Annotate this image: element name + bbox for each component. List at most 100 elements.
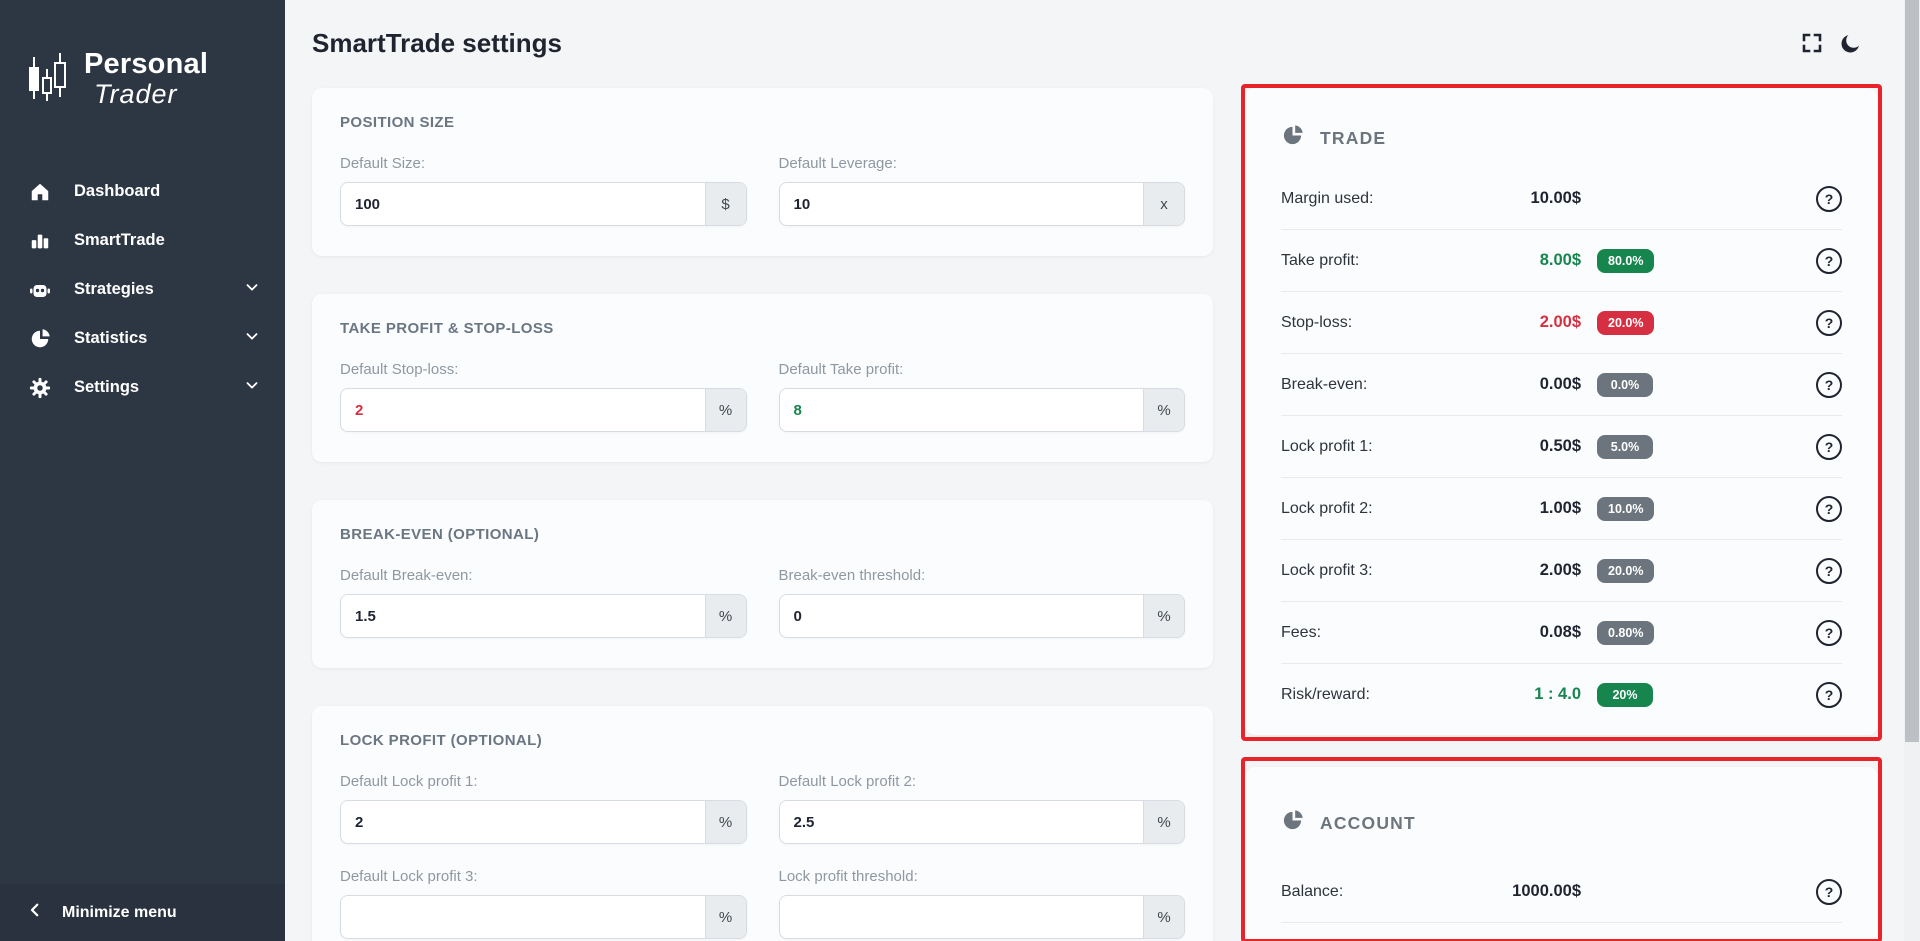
unit-addon: % (1143, 389, 1184, 431)
logo-line2: Trader (84, 81, 208, 109)
field-label: Default Take profit: (779, 361, 1186, 378)
field-default-breakeven: Default Break-even: % (340, 567, 747, 638)
unit-addon: % (1143, 801, 1184, 843)
trade-panel-header: TRADE (1281, 124, 1842, 152)
help-icon[interactable]: ? (1816, 879, 1842, 905)
minimize-menu-label: Minimize menu (62, 904, 177, 922)
chevron-left-icon (26, 901, 44, 924)
sidebar-item-label: Statistics (74, 329, 221, 348)
home-icon (28, 181, 52, 203)
percentage-badge: 20.0% (1597, 311, 1654, 335)
unit-addon: % (1143, 595, 1184, 637)
trade-row-lock-profit-3: Lock profit 3: 2.00$ 20.0% ? (1281, 540, 1842, 602)
input-group: % (779, 594, 1186, 638)
row-label: Fees: (1281, 624, 1463, 642)
help-icon[interactable]: ? (1816, 558, 1842, 584)
sidebar-nav: Dashboard SmartTrade (0, 167, 285, 412)
moon-icon[interactable] (1839, 32, 1862, 55)
content: POSITION SIZE Default Size: $ Default Le… (312, 88, 1920, 941)
scrollbar[interactable] (1904, 0, 1920, 941)
unit-addon: % (705, 389, 746, 431)
section-title: POSITION SIZE (340, 114, 1185, 131)
minimize-menu-button[interactable]: Minimize menu (0, 884, 285, 941)
lock-profit-threshold-input[interactable] (780, 896, 1144, 938)
main-area: SmartTrade settings POSITION SIZE (285, 0, 1920, 941)
help-icon[interactable]: ? (1816, 434, 1842, 460)
section-title: TAKE PROFIT & STOP-LOSS (340, 320, 1185, 337)
trade-row-stop-loss: Stop-loss: 2.00$ 20.0% ? (1281, 292, 1842, 354)
sidebar-item-settings[interactable]: Settings (0, 363, 285, 412)
row-label: Stop-loss: (1281, 314, 1463, 332)
lock-profit-1-input[interactable] (341, 801, 705, 843)
default-breakeven-input[interactable] (341, 595, 705, 637)
input-group: % (340, 388, 747, 432)
header-icons (1800, 31, 1862, 55)
trade-panel-title: TRADE (1320, 128, 1386, 149)
candlestick-logo-icon (26, 50, 72, 109)
robot-icon (28, 278, 52, 302)
pie-chart-icon (1281, 809, 1304, 837)
account-row-balance: Balance: 1000.00$ ? (1281, 861, 1842, 923)
page-title: SmartTrade settings (312, 28, 562, 59)
pie-chart-icon (1281, 124, 1304, 152)
field-label: Break-even threshold: (779, 567, 1186, 584)
lock-profit-3-input[interactable] (341, 896, 705, 938)
bar-chart-icon (28, 230, 52, 252)
unit-addon: x (1143, 183, 1184, 225)
field-label: Default Break-even: (340, 567, 747, 584)
row-value: 1000.00$ (1463, 882, 1581, 901)
sidebar-item-label: Dashboard (74, 182, 261, 201)
unit-addon: % (1143, 896, 1184, 938)
help-icon[interactable]: ? (1816, 372, 1842, 398)
account-panel: ACCOUNT Balance: 1000.00$ ? Margin Used:… (1245, 767, 1878, 941)
help-icon[interactable]: ? (1816, 186, 1842, 212)
chevron-down-icon (243, 278, 261, 301)
row-label: Margin used: (1281, 190, 1463, 208)
account-row-margin-used: Margin Used: 1.00% ? (1281, 923, 1842, 941)
field-default-leverage: Default Leverage: x (779, 155, 1186, 226)
percentage-badge: 80.0% (1597, 249, 1654, 273)
row-value: 0.50$ (1463, 437, 1581, 456)
sidebar-item-label: Strategies (74, 280, 221, 299)
row-value: 2.00$ (1463, 313, 1581, 332)
chevron-down-icon (243, 376, 261, 399)
sidebar-item-statistics[interactable]: Statistics (0, 314, 285, 363)
default-stoploss-input[interactable] (341, 389, 705, 431)
sidebar-item-strategies[interactable]: Strategies (0, 265, 285, 314)
sidebar-item-label: Settings (74, 378, 221, 397)
sidebar-item-label: SmartTrade (74, 231, 261, 250)
help-icon[interactable]: ? (1816, 248, 1842, 274)
sidebar-item-dashboard[interactable]: Dashboard (0, 167, 285, 216)
default-takeprofit-input[interactable] (780, 389, 1144, 431)
chevron-down-icon (243, 327, 261, 350)
row-value: 10.00$ (1463, 189, 1581, 208)
row-value: 2.00$ (1463, 561, 1581, 580)
gear-icon (28, 377, 52, 399)
lock-profit-2-input[interactable] (780, 801, 1144, 843)
field-label: Default Lock profit 3: (340, 868, 747, 885)
field-lock-profit-2: Default Lock profit 2: % (779, 773, 1186, 844)
help-icon[interactable]: ? (1816, 496, 1842, 522)
field-label: Default Size: (340, 155, 747, 172)
input-group: % (340, 895, 747, 939)
sidebar-item-smarttrade[interactable]: SmartTrade (0, 216, 285, 265)
section-title: BREAK-EVEN (OPTIONAL) (340, 526, 1185, 543)
scrollbar-thumb[interactable] (1905, 0, 1919, 742)
trade-row-lock-profit-2: Lock profit 2: 1.00$ 10.0% ? (1281, 478, 1842, 540)
row-label: Lock profit 1: (1281, 438, 1463, 456)
app-window: Personal Trader Dashboard Sma (0, 0, 1920, 941)
breakeven-threshold-input[interactable] (780, 595, 1144, 637)
logo[interactable]: Personal Trader (0, 0, 285, 109)
account-panel-title: ACCOUNT (1320, 813, 1416, 834)
fullscreen-icon[interactable] (1800, 31, 1824, 55)
field-label: Default Leverage: (779, 155, 1186, 172)
help-icon[interactable]: ? (1816, 620, 1842, 646)
help-icon[interactable]: ? (1816, 310, 1842, 336)
help-icon[interactable]: ? (1816, 682, 1842, 708)
default-leverage-input[interactable] (780, 183, 1144, 225)
field-lock-profit-3: Default Lock profit 3: % (340, 868, 747, 939)
default-size-input[interactable] (341, 183, 705, 225)
percentage-badge: 0.80% (1597, 621, 1654, 645)
input-group: $ (340, 182, 747, 226)
account-panel-header: ACCOUNT (1281, 809, 1842, 837)
